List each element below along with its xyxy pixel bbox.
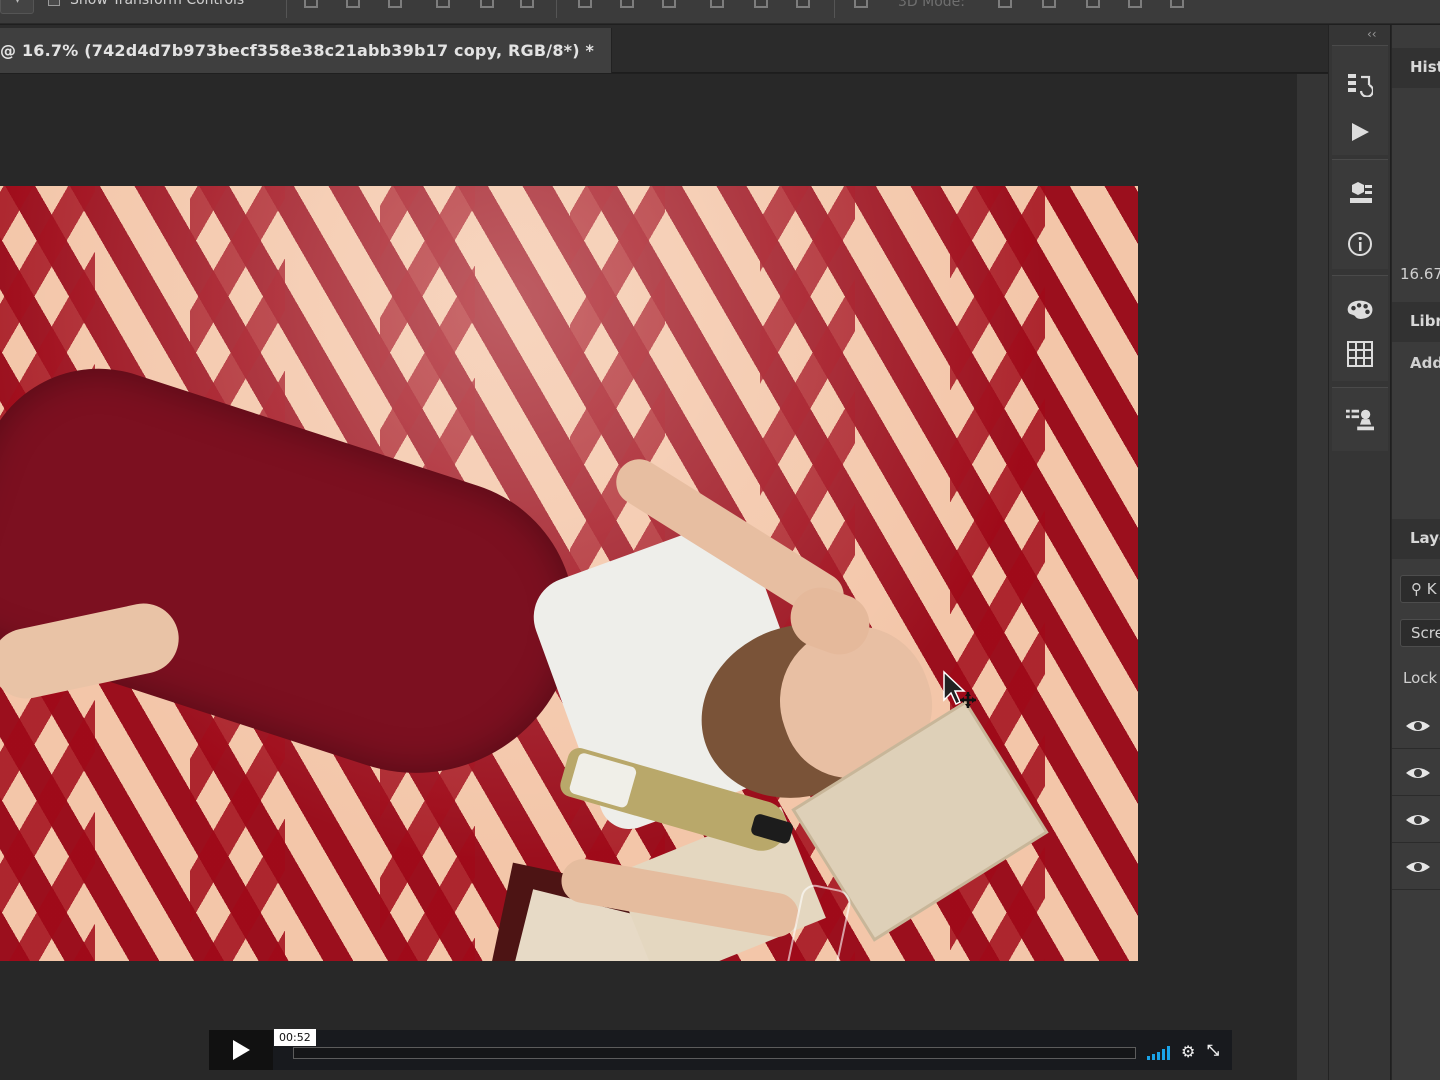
move-cursor-icon [943,670,976,708]
clone-source-icon[interactable] [1346,406,1374,434]
document-tab-title: @ 16.7% (742d4d7b973becf358e38c21abb39b1… [0,41,595,60]
3d-pan-icon[interactable] [1084,0,1102,12]
show-transform-controls-label: Show Transform Controls [70,0,245,8]
fullscreen-icon[interactable]: ⤡ [1207,1041,1219,1059]
history-icon[interactable] [1346,70,1374,98]
3d-rotate-icon[interactable] [996,0,1014,12]
tool-preset-dropdown[interactable]: ▾ [0,0,34,14]
video-player-bar: 00:52 ⚙ ⤡ [209,1029,1232,1070]
layer-row[interactable] [1392,703,1440,749]
align-right-icon[interactable] [518,0,536,12]
panel-icon-dock: ‹‹ [1328,25,1390,1080]
options-bar: ▾ Show Transform Controls 3D Mode: [0,0,1440,24]
navigator-zoom-value[interactable]: 16.67 [1400,265,1440,283]
actions-play-icon[interactable] [1346,118,1374,146]
tab-history[interactable]: Hist [1392,48,1440,88]
distribute-right-icon[interactable] [794,0,812,12]
align-bottom-icon[interactable] [386,0,404,12]
divider [834,0,835,18]
chevron-down-icon: ▾ [15,0,21,6]
dock-group [1332,159,1388,269]
align-horizontal-center-icon[interactable] [478,0,496,12]
timecode: 00:52 [274,1029,316,1046]
workspace-gutter [1297,74,1328,1080]
info-icon[interactable] [1346,230,1374,258]
align-vertical-center-icon[interactable] [344,0,362,12]
visibility-eye-icon[interactable] [1404,810,1432,830]
document-tab-bar: @ 16.7% (742d4d7b973becf358e38c21abb39b1… [0,25,1328,73]
document-tab[interactable]: @ 16.7% (742d4d7b973becf358e38c21abb39b1… [0,28,612,73]
divider [556,0,557,18]
color-palette-icon[interactable] [1346,296,1374,324]
tab-layers[interactable]: Laye [1392,519,1440,559]
canvas-workspace[interactable] [0,74,1297,1080]
align-left-icon[interactable] [434,0,452,12]
layer-filter-kind: K [1426,580,1437,598]
settings-gear-icon[interactable]: ⚙ [1181,1042,1195,1061]
blend-mode-select[interactable]: Scre [1400,619,1440,647]
distribute-hcenter-icon[interactable] [752,0,770,12]
align-top-icon[interactable] [302,0,320,12]
show-transform-controls-checkbox[interactable] [48,0,60,6]
3d-mode-label: 3D Mode: [898,0,965,10]
distribute-bottom-icon[interactable] [660,0,678,12]
lock-label: Lock [1403,669,1438,687]
search-icon: ⚲ [1411,580,1422,598]
layer-row[interactable] [1392,844,1440,890]
dock-group [1332,387,1388,451]
tab-libraries[interactable]: Libr [1392,302,1440,342]
document-canvas[interactable] [0,186,1138,961]
distribute-left-icon[interactable] [708,0,726,12]
layer-row[interactable] [1392,750,1440,796]
right-panel: Hist 16.67 Libr Add Laye ⚲ K Scre Lock [1391,25,1440,1080]
visibility-eye-icon[interactable] [1404,716,1432,736]
3d-scale-icon[interactable] [1168,0,1186,12]
red-blanket [0,337,612,815]
swatches-grid-icon[interactable] [1346,340,1374,368]
3d-roll-icon[interactable] [1040,0,1058,12]
3d-slide-icon[interactable] [1126,0,1144,12]
dock-group [1332,275,1388,381]
photo-subject-layer [0,186,1138,961]
visibility-eye-icon[interactable] [1404,857,1432,877]
collapse-dock-icon[interactable]: ‹‹ [1367,27,1377,41]
visibility-eye-icon[interactable] [1404,763,1432,783]
distribute-center-icon[interactable] [618,0,636,12]
distribute-top-icon[interactable] [576,0,594,12]
add-content-label[interactable]: Add [1410,354,1440,372]
layer-filter-search[interactable]: ⚲ K [1400,575,1440,603]
layer-row[interactable] [1392,797,1440,843]
play-icon [233,1040,250,1060]
volume-icon[interactable] [1147,1046,1173,1060]
3d-properties-icon[interactable] [1346,180,1374,208]
play-button[interactable] [209,1030,273,1070]
dock-group [1332,45,1388,155]
seek-bar[interactable] [293,1047,1136,1059]
auto-align-icon[interactable] [852,0,870,12]
divider [286,0,287,18]
